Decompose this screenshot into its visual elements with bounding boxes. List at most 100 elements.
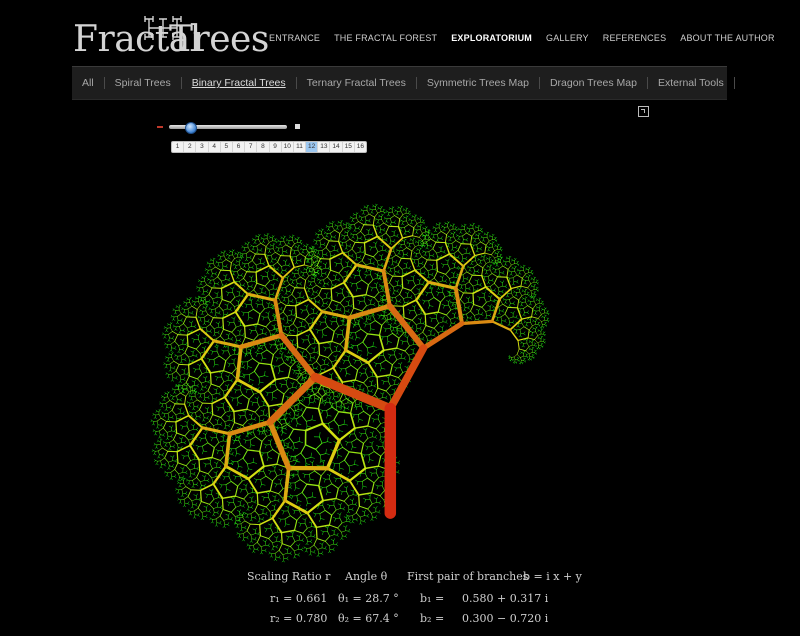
tree-branch	[466, 239, 469, 242]
tree-branch	[264, 290, 267, 294]
step-1[interactable]: 1	[172, 142, 185, 152]
slider-decrement-icon[interactable]	[157, 126, 163, 128]
tree-branch	[306, 543, 309, 546]
tree-branch	[295, 385, 298, 389]
site-logo[interactable]: Fractal Trees	[73, 10, 269, 66]
tree-branch	[508, 280, 511, 283]
subnav-external-tools[interactable]: External Tools	[648, 77, 735, 89]
tree-branch	[451, 233, 454, 235]
tree-branch	[381, 301, 383, 304]
tree-branch	[236, 402, 239, 407]
tree-branch	[318, 320, 322, 323]
tree-branch	[381, 259, 385, 261]
tree-branch	[226, 471, 230, 474]
nav-gallery[interactable]: GALLERY	[546, 33, 589, 43]
tree-branch	[241, 294, 244, 297]
tree-branch	[219, 467, 222, 470]
tree-branch	[393, 292, 396, 295]
subnav-dragon-trees-map[interactable]: Dragon Trees Map	[540, 77, 648, 89]
tree-branch	[202, 399, 205, 402]
tree-branch	[379, 215, 382, 217]
tree-branch	[546, 311, 548, 314]
tree-branch	[228, 279, 231, 282]
tree-branch	[211, 437, 213, 442]
nav-exploratorium[interactable]: EXPLORATORIUM	[451, 33, 532, 43]
tree-branch	[444, 279, 447, 282]
step-8[interactable]: 8	[257, 142, 270, 152]
tree-branch	[342, 234, 345, 237]
iteration-slider[interactable]	[157, 122, 302, 134]
tree-branch	[254, 417, 256, 420]
nav-references[interactable]: REFERENCES	[603, 33, 667, 43]
tree-branch	[393, 235, 398, 237]
tree-branch	[175, 375, 178, 379]
tree-branch	[223, 526, 226, 528]
step-15[interactable]: 15	[343, 142, 355, 152]
tree-branch	[285, 426, 287, 429]
tree-branch	[213, 285, 216, 288]
subnav-all[interactable]: All	[72, 77, 105, 89]
tree-branch	[188, 321, 192, 324]
step-2[interactable]: 2	[184, 142, 197, 152]
step-6[interactable]: 6	[233, 142, 246, 152]
subnav-binary-fractal-trees[interactable]: Binary Fractal Trees	[182, 77, 297, 89]
tree-branch	[512, 267, 516, 269]
tree-branch	[384, 217, 388, 220]
tree-branch	[306, 425, 312, 428]
tree-branch	[196, 466, 199, 470]
tree-branch	[350, 305, 353, 308]
tree-branch	[377, 314, 381, 316]
tree-branch	[423, 300, 425, 305]
step-12[interactable]: 12	[306, 142, 319, 152]
tree-branch	[380, 471, 384, 473]
tree-branch	[244, 266, 247, 268]
tree-branch	[258, 431, 261, 436]
tree-branch	[290, 320, 293, 322]
tree-branch	[277, 267, 279, 270]
nav-about-author[interactable]: ABOUT THE AUTHOR	[680, 33, 774, 43]
tree-branch	[286, 303, 289, 305]
tree-branch	[287, 451, 289, 454]
step-7[interactable]: 7	[245, 142, 258, 152]
tree-branch	[330, 255, 334, 257]
tree-branch	[324, 271, 327, 275]
tree-branch	[287, 536, 289, 541]
tree-branch	[449, 237, 451, 241]
tree-branch	[167, 438, 170, 440]
nav-entrance[interactable]: ENTRANCE	[269, 33, 320, 43]
tree-branch	[481, 314, 484, 316]
tree-branch	[322, 253, 324, 257]
step-5[interactable]: 5	[221, 142, 233, 152]
tree-branch	[265, 492, 269, 494]
tree-branch	[335, 354, 338, 358]
step-11[interactable]: 11	[294, 142, 307, 152]
tree-branch	[294, 246, 297, 249]
step-13[interactable]: 13	[318, 142, 331, 152]
slider-thumb[interactable]	[185, 122, 197, 134]
tree-branch	[472, 247, 475, 250]
tree-branch	[306, 261, 309, 264]
tree-branch	[298, 522, 302, 524]
tree-branch	[329, 551, 332, 554]
subnav-symmetric-trees-map[interactable]: Symmetric Trees Map	[417, 77, 540, 89]
tree-branch	[366, 352, 369, 357]
tree-branch	[194, 368, 196, 373]
subnav-ternary-fractal-trees[interactable]: Ternary Fractal Trees	[297, 77, 417, 89]
step-16[interactable]: 16	[355, 142, 366, 152]
step-9[interactable]: 9	[270, 142, 282, 152]
step-4[interactable]: 4	[209, 142, 221, 152]
tree-branch	[366, 406, 369, 410]
nav-fractal-forest[interactable]: THE FRACTAL FOREST	[334, 33, 437, 43]
expand-icon[interactable]	[638, 106, 649, 117]
slider-increment-icon[interactable]	[295, 124, 300, 129]
step-3[interactable]: 3	[196, 142, 209, 152]
tree-branch	[299, 300, 301, 304]
step-10[interactable]: 10	[282, 142, 294, 152]
tree-branch	[173, 367, 176, 370]
step-14[interactable]: 14	[330, 142, 343, 152]
tree-branch	[536, 280, 538, 283]
tree-branch	[166, 346, 169, 349]
tree-branch	[239, 487, 243, 490]
tree-branch	[416, 328, 418, 331]
subnav-spiral-trees[interactable]: Spiral Trees	[105, 77, 182, 89]
